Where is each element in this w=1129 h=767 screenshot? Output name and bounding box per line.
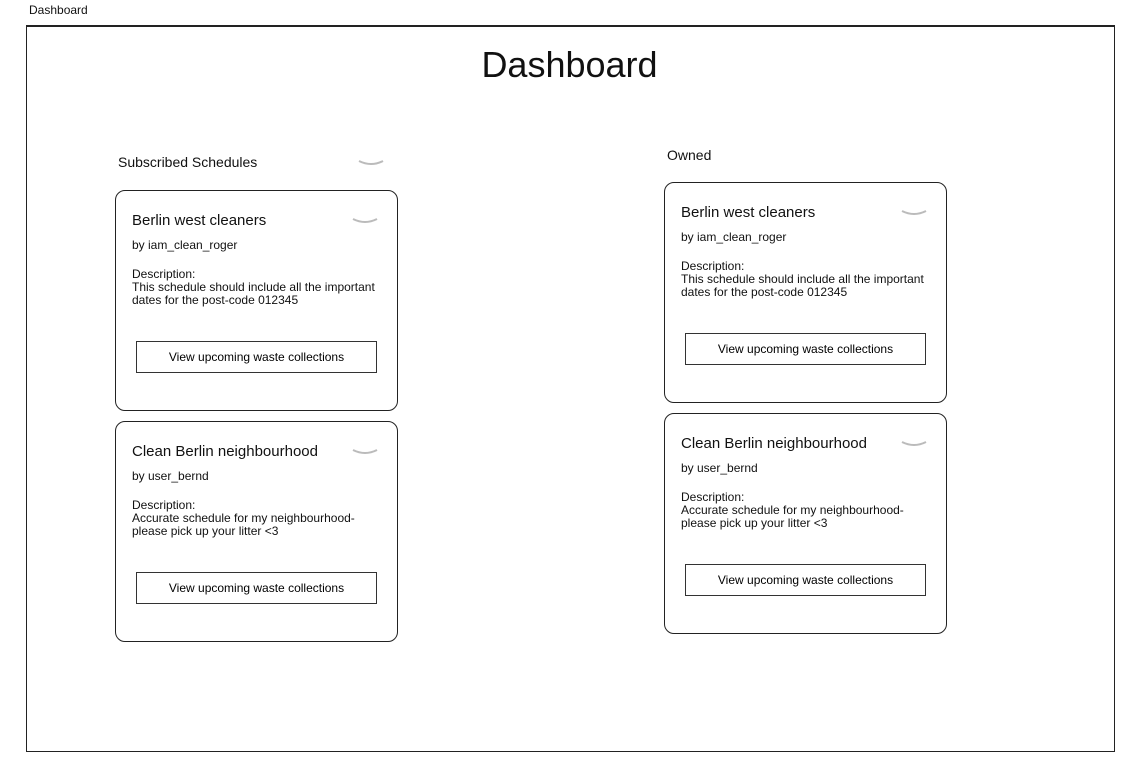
- view-collections-button[interactable]: View upcoming waste collections: [685, 564, 926, 596]
- description-text: This schedule should include all the imp…: [681, 272, 924, 299]
- description-text: Accurate schedule for my neighbourhood- …: [681, 503, 904, 530]
- card-author: by user_bernd: [681, 461, 758, 475]
- view-collections-button[interactable]: View upcoming waste collections: [136, 341, 377, 373]
- card-title: Berlin west cleaners: [132, 212, 267, 229]
- card-title: Clean Berlin neighbourhood: [681, 435, 867, 452]
- chevron-down-icon[interactable]: [901, 440, 927, 448]
- schedule-card: Clean Berlin neighbourhood by user_bernd…: [115, 421, 398, 642]
- card-author: by iam_clean_roger: [681, 230, 787, 244]
- description-text: This schedule should include all the imp…: [132, 280, 375, 307]
- chevron-down-icon[interactable]: [352, 217, 378, 225]
- description-label: Description:: [681, 259, 745, 273]
- description-label: Description:: [681, 490, 745, 504]
- description-text: Accurate schedule for my neighbourhood- …: [132, 511, 355, 538]
- card-title: Clean Berlin neighbourhood: [132, 443, 318, 460]
- description-label: Description:: [132, 498, 196, 512]
- view-collections-button[interactable]: View upcoming waste collections: [685, 333, 926, 365]
- view-collections-button[interactable]: View upcoming waste collections: [136, 572, 377, 604]
- schedule-card: Berlin west cleaners by iam_clean_roger …: [115, 190, 398, 411]
- chevron-down-icon[interactable]: [358, 159, 384, 167]
- card-author: by iam_clean_roger: [132, 238, 238, 252]
- schedule-card: Berlin west cleaners by iam_clean_roger …: [664, 182, 947, 403]
- section-heading-owned: Owned: [667, 147, 712, 163]
- card-author: by user_bernd: [132, 469, 209, 483]
- card-title: Berlin west cleaners: [681, 204, 816, 221]
- window-tab-label: Dashboard: [29, 3, 88, 17]
- page-title: Dashboard: [481, 44, 658, 85]
- description-label: Description:: [132, 267, 196, 281]
- schedule-card: Clean Berlin neighbourhood by user_bernd…: [664, 413, 947, 634]
- chevron-down-icon[interactable]: [352, 448, 378, 456]
- section-heading-subscribed: Subscribed Schedules: [118, 154, 258, 170]
- chevron-down-icon[interactable]: [901, 209, 927, 217]
